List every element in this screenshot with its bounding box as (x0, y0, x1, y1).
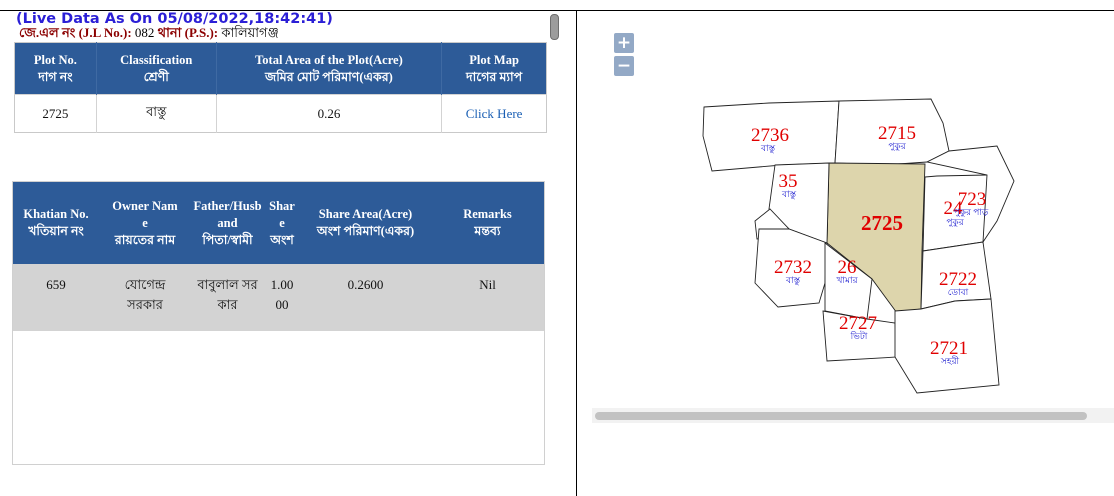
share-header: Shar e অংশ (264, 182, 300, 264)
share-area-header: Share Area(Acre) অংশ পরিমাণ(একর) (300, 182, 431, 264)
plot-no-cell: 2725 (14, 94, 97, 133)
khatian-cell: 659 (13, 264, 99, 331)
plot-table-header: Plot No. দাগ নং Classification শ্রেণী Tota… (14, 42, 547, 95)
area-cell: 0.26 (216, 94, 443, 133)
owner-info-table: Khatian No. খতিয়ান নং Owner Nam e রায়তের … (13, 182, 544, 331)
share-cell: 1.00 00 (264, 264, 300, 331)
plot-class-label: পুকুর পাড় (954, 207, 989, 218)
owner-table-header: Khatian No. খতিয়ান নং Owner Nam e রায়তের … (13, 182, 544, 264)
classification-header: Classification শ্রেণী (96, 42, 217, 95)
left-panel: (Live Data As On 05/08/2022,18:42:41) জে… (0, 0, 576, 496)
owner-name-cell: যোগেন্দ্র সরকার (99, 264, 191, 331)
remarks-header: Remarks মন্তব্য (431, 182, 544, 264)
plot-class-label: ভিটা (850, 330, 868, 341)
plot-map-header: Plot Map দাগের ম্যাপ (441, 42, 547, 95)
selected-plot-number: 2725 (861, 211, 903, 235)
ps-value: কালিয়াগঞ্জ (218, 25, 279, 40)
classification-cell: বাস্তু (96, 94, 217, 133)
map-panel[interactable]: + − 2736 বাস্তু 2715 পুকুর 35 বাস্তু 272… (577, 11, 1114, 496)
total-area-header: Total Area of the Plot(Acre) জমির মোট পরি… (216, 42, 443, 95)
jl-value: 082 (131, 25, 158, 40)
plot-class-label: সহরী (940, 355, 960, 366)
khatian-header: Khatian No. খতিয়ান নং (13, 182, 99, 264)
owner-table-container: Khatian No. খতিয়ান নং Owner Nam e রায়তের … (12, 181, 545, 465)
table-row: 659 যোগেন্দ্র সরকার বাবুলাল সর কার 1.00 00 … (13, 264, 544, 331)
plot-class-label: পুকুর (946, 217, 964, 228)
plot-class-label: ডোবা (948, 287, 969, 297)
plot-class-label: খামার (836, 275, 858, 285)
plot-no-header: Plot No. দাগ নং (14, 42, 97, 95)
jl-label: জে.এল নং (J.L No.): (19, 25, 132, 40)
table-row: 2725 বাস্তু 0.26 Click Here (14, 94, 547, 133)
plot-map-cell: Click Here (441, 94, 547, 133)
plot-class-label: বাস্তু (785, 275, 801, 286)
click-here-link[interactable]: Click Here (466, 106, 523, 121)
ps-label: থানা (P.S.): (157, 25, 219, 40)
horizontal-scrollbar[interactable] (592, 408, 1114, 423)
plot-map[interactable]: 2736 বাস্তু 2715 পুকুর 35 বাস্তু 2725 24… (577, 11, 1114, 401)
location-info: জে.এল নং (J.L No.): 082 থানা (P.S.): কাল… (19, 25, 279, 40)
father-husband-cell: বাবুলাল সর কার (191, 264, 264, 331)
plot-class-label: পুকুর (888, 141, 906, 152)
share-area-cell: 0.2600 (300, 264, 431, 331)
plot-info-table: Plot No. দাগ নং Classification শ্রেণী Tota… (14, 42, 547, 133)
remarks-cell: Nil (431, 264, 544, 331)
horizontal-scrollbar-thumb[interactable] (595, 412, 1087, 420)
vertical-scrollbar[interactable] (550, 14, 559, 40)
plot-class-label: বাস্তু (781, 189, 797, 200)
owner-name-header: Owner Nam e রায়তের নাম (99, 182, 191, 264)
father-husband-header: Father/Husb and পিতা/স্বামী (191, 182, 264, 264)
plot-class-label: বাস্তু (760, 143, 776, 154)
